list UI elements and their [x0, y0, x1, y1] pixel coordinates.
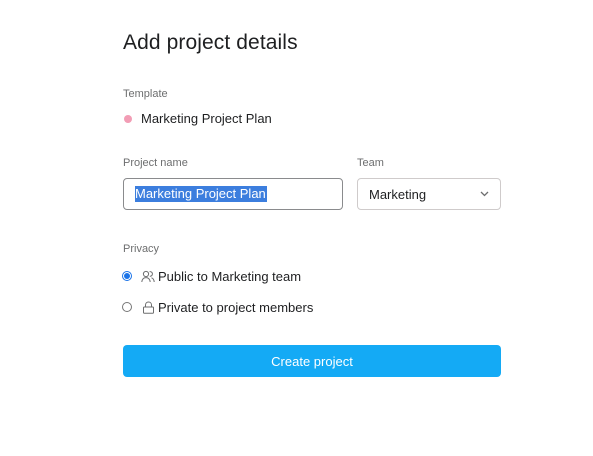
- privacy-label: Privacy: [123, 243, 160, 255]
- public-option-label: Public to Marketing team: [158, 268, 302, 284]
- team-selected-value: Marketing: [369, 186, 427, 202]
- template-color-dot: [124, 114, 132, 123]
- project-name-value: Marketing Project Plan: [135, 186, 267, 202]
- people-icon: [141, 269, 155, 283]
- template-value: Marketing Project Plan: [123, 110, 272, 127]
- team-select[interactable]: Marketing: [357, 178, 501, 210]
- project-name-input[interactable]: Marketing Project Plan: [123, 178, 343, 210]
- chevron-down-icon: [479, 189, 489, 199]
- create-project-button[interactable]: Create project: [123, 345, 501, 377]
- private-radio[interactable]: [122, 302, 132, 312]
- project-name-label: Project name: [123, 157, 188, 169]
- lock-icon: [141, 300, 155, 314]
- template-label: Template: [123, 88, 168, 100]
- privacy-option-public[interactable]: Public to Marketing team: [122, 267, 301, 285]
- template-name: Marketing Project Plan: [141, 111, 272, 126]
- privacy-option-private[interactable]: Private to project members: [122, 298, 313, 316]
- team-label: Team: [357, 157, 384, 169]
- public-radio[interactable]: [122, 271, 132, 281]
- private-option-label: Private to project members: [158, 299, 314, 315]
- page-title: Add project details: [123, 31, 298, 54]
- add-project-details-dialog: Add project details Template Marketing P…: [0, 0, 593, 456]
